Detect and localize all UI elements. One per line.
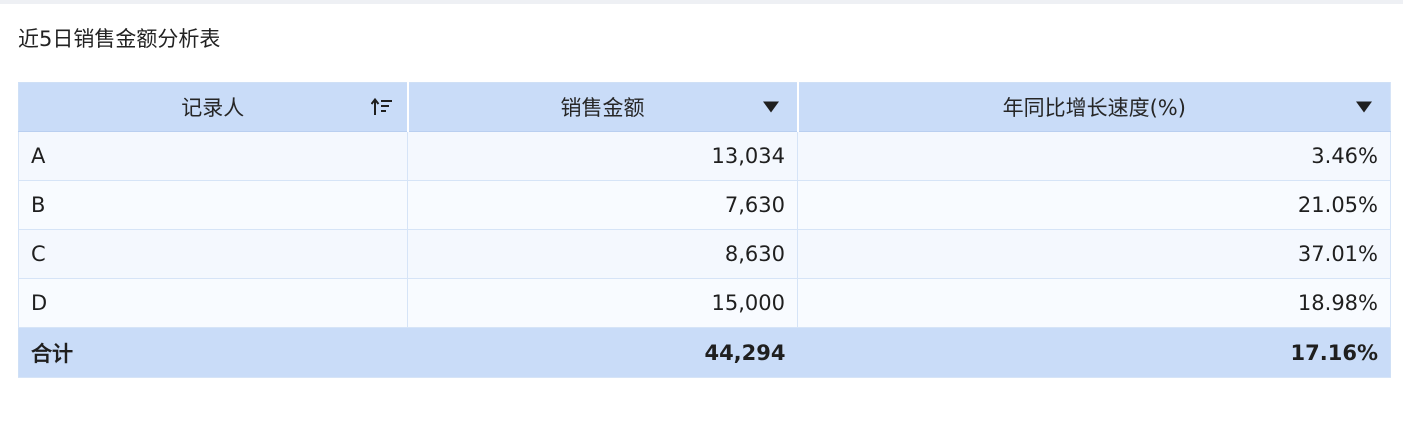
top-border-strip	[0, 0, 1403, 4]
growth-cell: 3.46%	[797, 131, 1391, 181]
total-growth: 17.16%	[797, 327, 1391, 378]
sales-analysis-table: 记录人 销售金额 年同比增长速度(%) A 13,034 3.46% B 7,6…	[18, 82, 1391, 378]
table-row: B 7,630 21.05%	[18, 180, 1391, 230]
recorder-cell: B	[18, 180, 408, 230]
column-header-label: 销售金额	[560, 96, 645, 120]
table-row: D 15,000 18.98%	[18, 278, 1391, 328]
recorder-cell: A	[18, 131, 408, 181]
sort-ascending-icon[interactable]	[370, 97, 393, 117]
dropdown-triangle-icon[interactable]	[1356, 101, 1372, 113]
total-label: 合计	[18, 327, 408, 378]
report-title: 近5日销售金额分析表	[18, 27, 221, 51]
recorder-cell: C	[18, 229, 408, 279]
column-header-recorder[interactable]: 记录人	[18, 82, 408, 132]
sales-amount-cell: 15,000	[407, 278, 798, 328]
recorder-cell: D	[18, 278, 408, 328]
total-sales-amount: 44,294	[407, 327, 798, 378]
growth-cell: 21.05%	[797, 180, 1391, 230]
growth-cell: 37.01%	[797, 229, 1391, 279]
column-header-sales-amount[interactable]: 销售金额	[406, 82, 798, 132]
sales-amount-cell: 8,630	[407, 229, 798, 279]
total-row: 合计 44,294 17.16%	[18, 327, 1391, 378]
column-header-label: 记录人	[181, 96, 245, 120]
table-header-row: 记录人 销售金额 年同比增长速度(%)	[18, 82, 1391, 132]
growth-cell: 18.98%	[797, 278, 1391, 328]
column-header-label: 年同比增长速度(%)	[1002, 96, 1186, 120]
table-row: A 13,034 3.46%	[18, 131, 1391, 181]
dropdown-triangle-icon[interactable]	[762, 101, 779, 113]
sales-amount-cell: 7,630	[407, 180, 798, 230]
sales-amount-cell: 13,034	[407, 131, 798, 181]
table-row: C 8,630 37.01%	[18, 229, 1391, 279]
column-header-yoy-growth[interactable]: 年同比增长速度(%)	[796, 82, 1391, 132]
